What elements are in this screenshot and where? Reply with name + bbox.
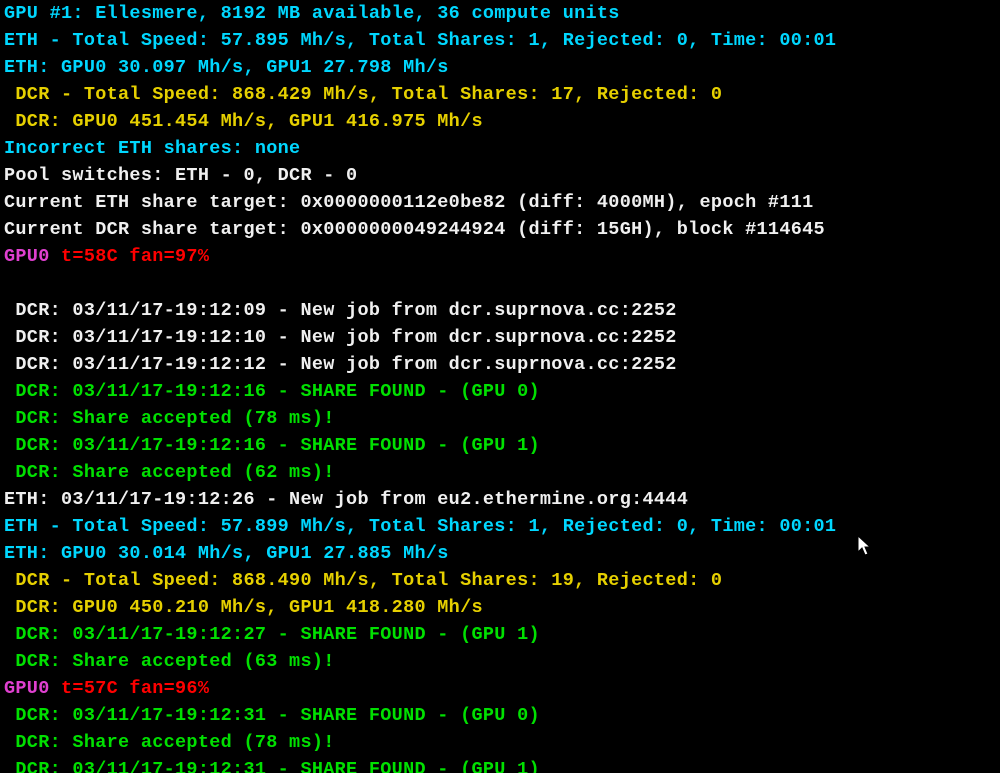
terminal-segment: DCR: Share accepted (62 ms)! (4, 462, 335, 483)
terminal-line: DCR - Total Speed: 868.490 Mh/s, Total S… (4, 567, 996, 594)
terminal-segment: DCR: GPU0 450.210 Mh/s, GPU1 418.280 Mh/… (4, 597, 483, 618)
terminal-segment: DCR: 03/11/17-19:12:31 - SHARE FOUND - (… (4, 759, 540, 773)
terminal-line: DCR: 03/11/17-19:12:12 - New job from dc… (4, 351, 996, 378)
terminal-segment: ETH: GPU0 30.097 Mh/s, GPU1 27.798 Mh/s (4, 57, 449, 78)
terminal-line: ETH - Total Speed: 57.899 Mh/s, Total Sh… (4, 513, 996, 540)
terminal-line: DCR: GPU0 450.210 Mh/s, GPU1 418.280 Mh/… (4, 594, 996, 621)
terminal-segment: DCR: 03/11/17-19:12:10 - New job from dc… (4, 327, 677, 348)
terminal-line: DCR: GPU0 451.454 Mh/s, GPU1 416.975 Mh/… (4, 108, 996, 135)
terminal-line: DCR: Share accepted (78 ms)! (4, 405, 996, 432)
terminal-line: DCR: Share accepted (62 ms)! (4, 459, 996, 486)
terminal-segment: t=58C fan=97% (50, 246, 210, 267)
terminal-segment: DCR: 03/11/17-19:12:16 - SHARE FOUND - (… (4, 435, 540, 456)
terminal-segment: DCR: 03/11/17-19:12:16 - SHARE FOUND - (… (4, 381, 540, 402)
terminal-segment: DCR: 03/11/17-19:12:31 - SHARE FOUND - (… (4, 705, 540, 726)
terminal-line: DCR: 03/11/17-19:12:10 - New job from dc… (4, 324, 996, 351)
terminal-segment: DCR: 03/11/17-19:12:27 - SHARE FOUND - (… (4, 624, 540, 645)
terminal-line: ETH: GPU0 30.097 Mh/s, GPU1 27.798 Mh/s (4, 54, 996, 81)
terminal-segment: ETH: GPU0 30.014 Mh/s, GPU1 27.885 Mh/s (4, 543, 449, 564)
terminal-segment: DCR - Total Speed: 868.490 Mh/s, Total S… (4, 570, 722, 591)
terminal-line: DCR: 03/11/17-19:12:16 - SHARE FOUND - (… (4, 378, 996, 405)
terminal-segment: DCR: Share accepted (63 ms)! (4, 651, 335, 672)
terminal-line: ETH - Total Speed: 57.895 Mh/s, Total Sh… (4, 27, 996, 54)
terminal-line: DCR: Share accepted (78 ms)! (4, 729, 996, 756)
terminal-line: Pool switches: ETH - 0, DCR - 0 (4, 162, 996, 189)
terminal-line: Incorrect ETH shares: none (4, 135, 996, 162)
terminal-line: ETH: GPU0 30.014 Mh/s, GPU1 27.885 Mh/s (4, 540, 996, 567)
terminal-segment: ETH: 03/11/17-19:12:26 - New job from eu… (4, 489, 688, 510)
terminal-line (4, 270, 996, 297)
terminal-segment: DCR: 03/11/17-19:12:09 - New job from dc… (4, 300, 677, 321)
terminal-segment: DCR: Share accepted (78 ms)! (4, 732, 335, 753)
terminal-line: GPU #1: Ellesmere, 8192 MB available, 36… (4, 0, 996, 27)
terminal-line: DCR: Share accepted (63 ms)! (4, 648, 996, 675)
terminal-line: GPU0 t=58C fan=97% (4, 243, 996, 270)
terminal-line: DCR: 03/11/17-19:12:09 - New job from dc… (4, 297, 996, 324)
terminal-output: GPU #1: Ellesmere, 8192 MB available, 36… (0, 0, 1000, 773)
terminal-segment: GPU #1: Ellesmere, 8192 MB available, 36… (4, 3, 620, 24)
terminal-segment: DCR - Total Speed: 868.429 Mh/s, Total S… (4, 84, 722, 105)
terminal-segment: t=57C fan=96% (50, 678, 210, 699)
terminal-line: GPU0 t=57C fan=96% (4, 675, 996, 702)
terminal-line: DCR: 03/11/17-19:12:27 - SHARE FOUND - (… (4, 621, 996, 648)
terminal-line: ETH: 03/11/17-19:12:26 - New job from eu… (4, 486, 996, 513)
terminal-segment: Current DCR share target: 0x000000004924… (4, 219, 825, 240)
terminal-line: DCR: 03/11/17-19:12:31 - SHARE FOUND - (… (4, 756, 996, 773)
terminal-line: DCR: 03/11/17-19:12:31 - SHARE FOUND - (… (4, 702, 996, 729)
terminal-segment: DCR: 03/11/17-19:12:12 - New job from dc… (4, 354, 677, 375)
terminal-line: Current ETH share target: 0x0000000112e0… (4, 189, 996, 216)
terminal-segment: GPU0 (4, 678, 50, 699)
terminal-segment: DCR: Share accepted (78 ms)! (4, 408, 335, 429)
terminal-segment (4, 273, 15, 294)
terminal-line: DCR - Total Speed: 868.429 Mh/s, Total S… (4, 81, 996, 108)
terminal-segment: DCR: GPU0 451.454 Mh/s, GPU1 416.975 Mh/… (4, 111, 483, 132)
terminal-line: Current DCR share target: 0x000000004924… (4, 216, 996, 243)
terminal-segment: Current ETH share target: 0x0000000112e0… (4, 192, 814, 213)
terminal-segment: ETH - Total Speed: 57.899 Mh/s, Total Sh… (4, 516, 836, 537)
terminal-segment: ETH - Total Speed: 57.895 Mh/s, Total Sh… (4, 30, 836, 51)
terminal-line: DCR: 03/11/17-19:12:16 - SHARE FOUND - (… (4, 432, 996, 459)
terminal-segment: Incorrect ETH shares: none (4, 138, 300, 159)
terminal-segment: Pool switches: ETH - 0, DCR - 0 (4, 165, 357, 186)
terminal-segment: GPU0 (4, 246, 50, 267)
